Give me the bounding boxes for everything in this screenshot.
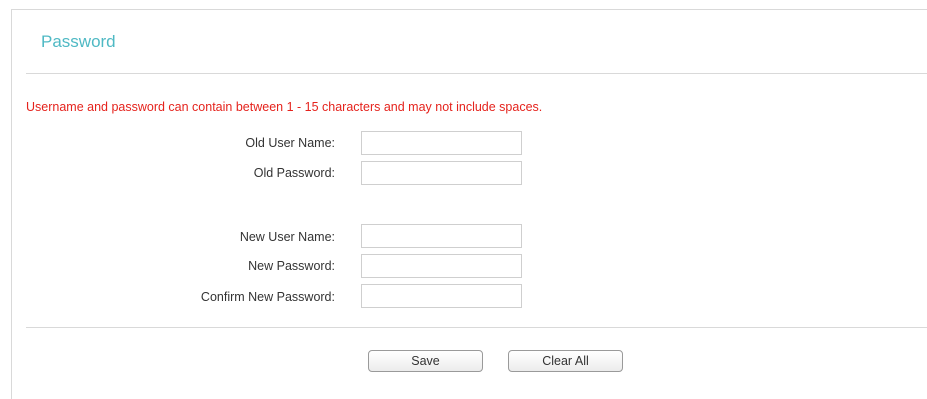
save-button[interactable]: Save xyxy=(368,350,483,372)
form-divider xyxy=(26,327,927,328)
old-user-name-input[interactable] xyxy=(361,131,522,155)
clear-all-button[interactable]: Clear All xyxy=(508,350,623,372)
section-title: Password xyxy=(41,32,116,51)
old-password-label: Old Password: xyxy=(253,166,335,180)
new-password-input[interactable] xyxy=(361,254,522,278)
title-divider xyxy=(26,73,927,74)
new-user-name-label: New User Name: xyxy=(239,230,335,244)
old-user-name-label: Old User Name: xyxy=(245,136,335,150)
old-password-input[interactable] xyxy=(361,161,522,185)
confirm-new-password-label: Confirm New Password: xyxy=(200,290,335,304)
new-user-name-input[interactable] xyxy=(361,224,522,248)
new-password-label: New Password: xyxy=(248,259,335,273)
settings-panel xyxy=(11,9,927,399)
confirm-new-password-input[interactable] xyxy=(361,284,522,308)
password-rules-notice: Username and password can contain betwee… xyxy=(26,100,543,114)
